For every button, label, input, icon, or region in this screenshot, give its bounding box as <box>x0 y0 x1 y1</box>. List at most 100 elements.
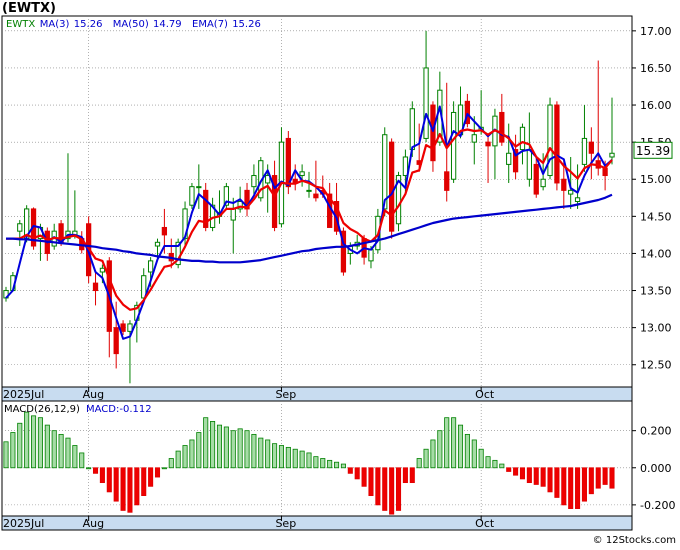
macd-y-tick-label: 0.000 <box>640 462 672 475</box>
watermark: © 12Stocks.com <box>593 535 676 546</box>
macd-bar <box>175 450 181 469</box>
macd-bar <box>313 456 319 469</box>
macd-bar <box>251 433 257 469</box>
macd-bar <box>561 467 567 506</box>
legend-item: EWTX <box>6 19 35 30</box>
macd-bar <box>79 452 85 469</box>
macd-bar <box>306 452 312 469</box>
macd-bar <box>272 443 278 469</box>
macd-bar <box>210 421 216 469</box>
candle-body <box>602 167 608 177</box>
candle-body <box>568 189 574 195</box>
macd-bar <box>471 439 477 469</box>
macd-bar <box>182 445 188 469</box>
legend-value: 14.79 <box>153 19 182 30</box>
y-tick-label: 15.00 <box>640 173 672 186</box>
macd-bar <box>237 428 243 469</box>
date-label: Oct <box>475 517 495 530</box>
candle-body <box>251 175 257 188</box>
candle-body <box>423 67 429 139</box>
macd-bar <box>141 467 147 496</box>
indicator-legend: EWTX MA(3) 15.26 MA(50) 14.79 EMA(7) 15.26 <box>6 19 261 30</box>
macd-bar <box>478 448 484 469</box>
macd-bar <box>106 467 112 493</box>
date-label: Sep <box>275 388 296 401</box>
macd-y-tick-label: -0.200 <box>640 499 675 512</box>
macd-bar <box>168 458 174 469</box>
macd-bar <box>244 430 250 469</box>
candle-body <box>127 323 133 332</box>
macd-bar <box>92 467 99 474</box>
macd-bar <box>457 424 464 469</box>
candle-body <box>471 134 477 143</box>
last-price-label: 15.39 <box>636 144 670 158</box>
macd-bar <box>485 456 491 469</box>
macd-bar <box>292 448 298 469</box>
candle-body <box>299 171 305 177</box>
candle-body <box>499 111 505 143</box>
candle-body <box>561 178 567 191</box>
macd-bar <box>402 467 408 484</box>
macd-bar <box>595 467 601 489</box>
macd-bar <box>127 467 133 513</box>
last-price-tag: 15.39 <box>633 141 673 159</box>
macd-bar <box>409 467 415 484</box>
y-tick-label: 17.00 <box>640 25 672 38</box>
macd-bar <box>568 467 574 509</box>
macd-bar <box>361 467 367 487</box>
macd-bar <box>230 430 236 469</box>
macd-bar <box>533 467 539 485</box>
candle-body <box>313 193 319 199</box>
candle-body <box>540 178 546 188</box>
macd-bar <box>31 415 37 469</box>
price-y-axis: 12.5013.0013.5014.0014.5015.0015.5016.00… <box>632 25 672 372</box>
candle-body <box>306 189 312 192</box>
candle-body <box>574 197 581 202</box>
macd-bar <box>423 448 429 469</box>
candle-body <box>147 260 154 273</box>
candle-body <box>409 108 415 151</box>
macd-title: MACD(26,12,9) <box>4 404 80 415</box>
chart-canvas: 12.5013.0013.5014.0014.5015.0015.5016.00… <box>1 1 676 546</box>
candle-body <box>189 186 195 206</box>
macd-bar <box>299 450 305 469</box>
ticker-title: (EWTX) <box>2 1 56 16</box>
candle-body <box>120 323 126 332</box>
macd-bar <box>189 439 195 469</box>
date-label: Oct <box>475 388 495 401</box>
macd-bar <box>506 467 512 472</box>
y-tick-label: 16.50 <box>640 62 672 75</box>
date-label: Aug <box>83 388 104 401</box>
macd-bar <box>203 417 209 469</box>
candle-body <box>99 267 106 273</box>
candle-body <box>161 226 168 236</box>
macd-bar <box>340 463 346 469</box>
candle-body <box>368 249 374 262</box>
candle-body <box>526 149 532 180</box>
macd-bar <box>44 424 50 469</box>
candle-body <box>92 282 99 292</box>
macd-bar <box>258 437 264 469</box>
macd-y-axis: 0.200 0.000 -0.200 <box>632 425 675 512</box>
candle-body <box>389 141 395 232</box>
candle <box>389 138 395 239</box>
y-tick-label: 14.50 <box>640 210 672 223</box>
macd-bar <box>86 467 92 470</box>
macd-bar <box>17 422 23 469</box>
macd-bar <box>437 430 443 469</box>
candle-body <box>506 152 512 165</box>
candle <box>547 97 553 180</box>
date-label: Aug <box>83 517 104 530</box>
legend-item: EMA(7) <box>192 19 228 30</box>
macd-bar <box>51 430 57 469</box>
macd-bar <box>99 467 105 484</box>
y-tick-label: 13.00 <box>640 322 672 335</box>
macd-bar <box>354 467 360 480</box>
macd-bar <box>37 417 43 469</box>
y-tick-label: 13.50 <box>640 285 672 298</box>
macd-bar <box>265 439 271 469</box>
candle <box>203 182 209 232</box>
macd-bar <box>513 467 519 476</box>
date-label: Sep <box>275 517 296 530</box>
macd-bar <box>430 439 436 469</box>
